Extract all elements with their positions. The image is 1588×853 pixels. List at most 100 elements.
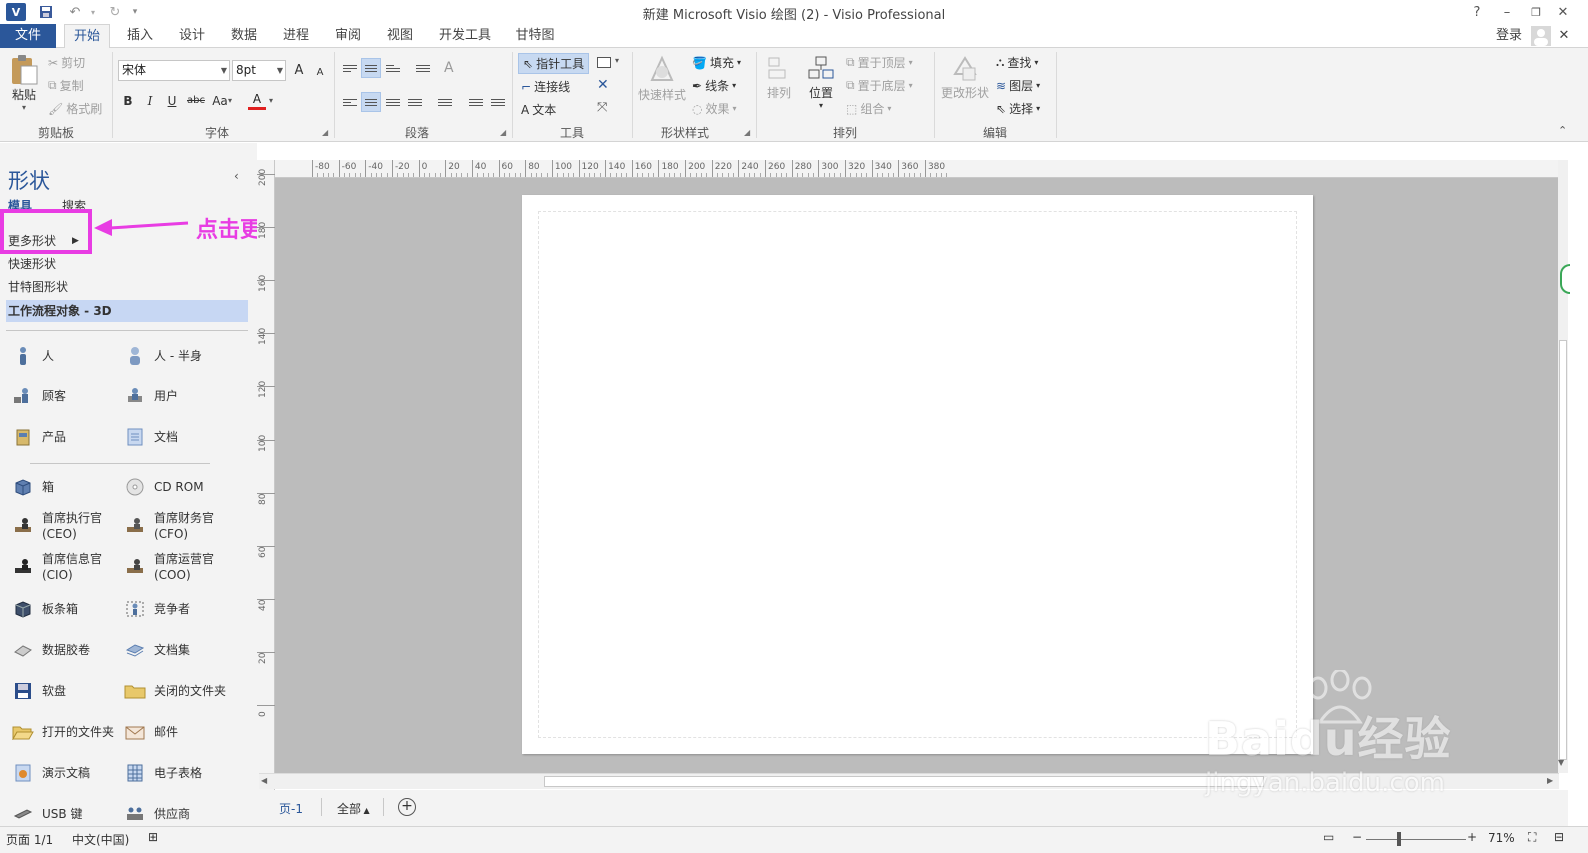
decrease-indent-button[interactable] [466,92,486,112]
dialog-launcher-icon[interactable]: ◢ [744,128,750,137]
close-icon[interactable]: ✕ [1552,3,1574,21]
collapse-panel-icon[interactable]: ‹ [234,169,239,183]
rectangle-icon[interactable] [597,57,611,68]
paste-button[interactable]: 粘贴 ▾ [6,54,42,118]
group-button[interactable]: ⬚ 组合 ▾ [846,100,891,117]
shape-person[interactable]: 人 [12,345,54,367]
scroll-down-icon[interactable]: ▼ [1558,758,1564,767]
shape-usb[interactable]: USB 键 [12,803,82,825]
add-page-icon[interactable]: + [398,798,416,816]
page-tab-1[interactable]: 页-1 [279,800,303,817]
shape-coo[interactable]: 首席运营官 (COO) [124,551,234,583]
font-size-combo[interactable]: 8pt ▼ [232,60,286,81]
shape-box[interactable]: 箱 [12,476,54,498]
page-indicator[interactable]: 页面 1/1 [6,831,53,848]
grow-font-button[interactable]: A [290,62,308,80]
signin-link[interactable]: 登录 [1488,24,1530,48]
shape-cio[interactable]: 首席信息官 (CIO) [12,551,122,583]
shape-spreadsheet[interactable]: 电子表格 [124,762,202,784]
tab-review[interactable]: 审阅 [328,24,368,48]
shape-customer[interactable]: 顾客 [12,385,66,407]
select-button[interactable]: ⇖ 选择 ▾ [996,100,1040,117]
close-doc-icon[interactable]: ✕ [1554,24,1574,48]
format-painter-button[interactable]: 🖌 格式刷 [48,100,102,117]
fit-page-icon[interactable]: ⛶ [1528,830,1536,845]
zoom-slider-thumb[interactable] [1397,832,1401,846]
shape-competitor[interactable]: 竞争者 [124,598,190,620]
macro-record-icon[interactable]: ⊞ [148,830,158,844]
tab-design[interactable]: 设计 [172,24,212,48]
bullets-button[interactable] [413,58,433,78]
all-pages-button[interactable]: 全部 ▲ [337,800,370,817]
justify-button[interactable] [405,92,425,112]
fill-button[interactable]: 🪣 填充 ▾ [692,54,741,71]
font-color-button[interactable]: A [248,90,266,110]
minimize-icon[interactable]: – [1496,3,1518,21]
shape-cfo[interactable]: 首席财务官 (CFO) [124,510,234,542]
zoom-level[interactable]: 71% [1488,831,1515,845]
align-shapes-button[interactable]: 排列 [762,54,796,116]
presentation-mode-icon[interactable]: ▭ [1323,830,1334,844]
drawing-canvas[interactable] [275,178,1560,773]
tab-data[interactable]: 数据 [224,24,264,48]
bring-to-front-button[interactable]: ⧉ 置于顶层 ▾ [846,54,913,71]
zoom-out-icon[interactable]: − [1352,830,1362,844]
shrink-font-button[interactable]: A [311,64,329,82]
collapse-ribbon-icon[interactable]: ⌃ [1558,124,1567,137]
cut-button[interactable]: ✂ 剪切 [48,54,85,71]
switch-windows-icon[interactable]: ⊟ [1554,830,1564,844]
restore-icon[interactable]: ❐ [1525,3,1547,21]
horizontal-scrollbar[interactable]: ◀ ▶ [259,773,1559,789]
tab-view[interactable]: 视图 [380,24,420,48]
shape-cd-rom[interactable]: CD ROM [124,476,204,498]
tab-file[interactable]: 文件 [0,24,56,48]
shape-open-folder[interactable]: 打开的文件夹 [12,721,114,743]
vertical-ruler[interactable]: 200 180 160 140 120 100 80 60 40 20 0 [257,160,275,826]
vertical-scroll-thumb[interactable] [1559,340,1567,760]
shape-product[interactable]: 产品 [12,426,66,448]
language-indicator[interactable]: 中文(中国) [72,831,129,848]
horizontal-ruler[interactable]: -80 -60 -40 -20 0 20 40 60 80 100 120 140 160 180 200 2… [275,160,1565,178]
connector-button[interactable]: ⌐ 连接线 [521,78,570,95]
stencil-gantt-shapes[interactable]: 甘特图形状 [6,276,248,298]
scroll-right-icon[interactable]: ▶ [1547,776,1553,785]
position-button[interactable]: 位置 ▾ [802,54,840,116]
shape-floppy[interactable]: 软盘 [12,680,66,702]
tab-insert[interactable]: 插入 [120,24,160,48]
shape-ceo[interactable]: 首席执行官 (CEO) [12,510,122,542]
strikethrough-button[interactable]: abc [185,92,207,110]
zoom-slider[interactable] [1366,839,1466,840]
align-center-button[interactable] [361,92,381,112]
font-name-combo[interactable]: 宋体 ▼ [118,60,230,81]
vertical-scrollbar[interactable]: ▼ [1558,160,1568,773]
increase-indent-button[interactable] [488,92,508,112]
stencil-quick-shapes[interactable]: 快速形状 [6,253,248,275]
horizontal-scroll-thumb[interactable] [544,776,1264,787]
tab-process[interactable]: 进程 [276,24,316,48]
change-shape-button[interactable]: 更改形状 [940,54,990,116]
delete-connection-icon[interactable]: ✕ [597,77,609,93]
align-top-button[interactable] [340,58,360,78]
line-button[interactable]: ✒ 线条 ▾ [692,77,736,94]
layers-button[interactable]: ≋ 图层 ▾ [996,77,1040,94]
dialog-launcher-icon[interactable]: ◢ [322,128,328,137]
align-bottom-button[interactable] [383,58,403,78]
shape-data-tape[interactable]: 数据胶卷 [12,639,90,661]
tab-home[interactable]: 开始 [64,24,110,49]
align-middle-button[interactable] [361,58,381,78]
copy-button[interactable]: ⧉ 复制 [48,77,84,94]
shape-supplier[interactable]: 供应商 [124,803,190,825]
shape-document-set[interactable]: 文档集 [124,639,190,661]
shape-crate[interactable]: 板条箱 [12,598,78,620]
scroll-left-icon[interactable]: ◀ [261,776,267,785]
drawing-page[interactable] [522,195,1313,754]
align-right-button[interactable] [383,92,403,112]
tab-gantt[interactable]: 甘特图 [510,24,560,48]
text-direction-button[interactable] [435,92,455,112]
effects-button[interactable]: ◌ 效果 ▾ [692,100,737,117]
italic-button[interactable]: I [141,92,159,110]
shape-mail[interactable]: 邮件 [124,721,178,743]
side-tab-handle[interactable] [1560,264,1570,294]
text-tool-button[interactable]: A 文本 [521,101,556,118]
zoom-in-icon[interactable]: + [1467,830,1477,844]
